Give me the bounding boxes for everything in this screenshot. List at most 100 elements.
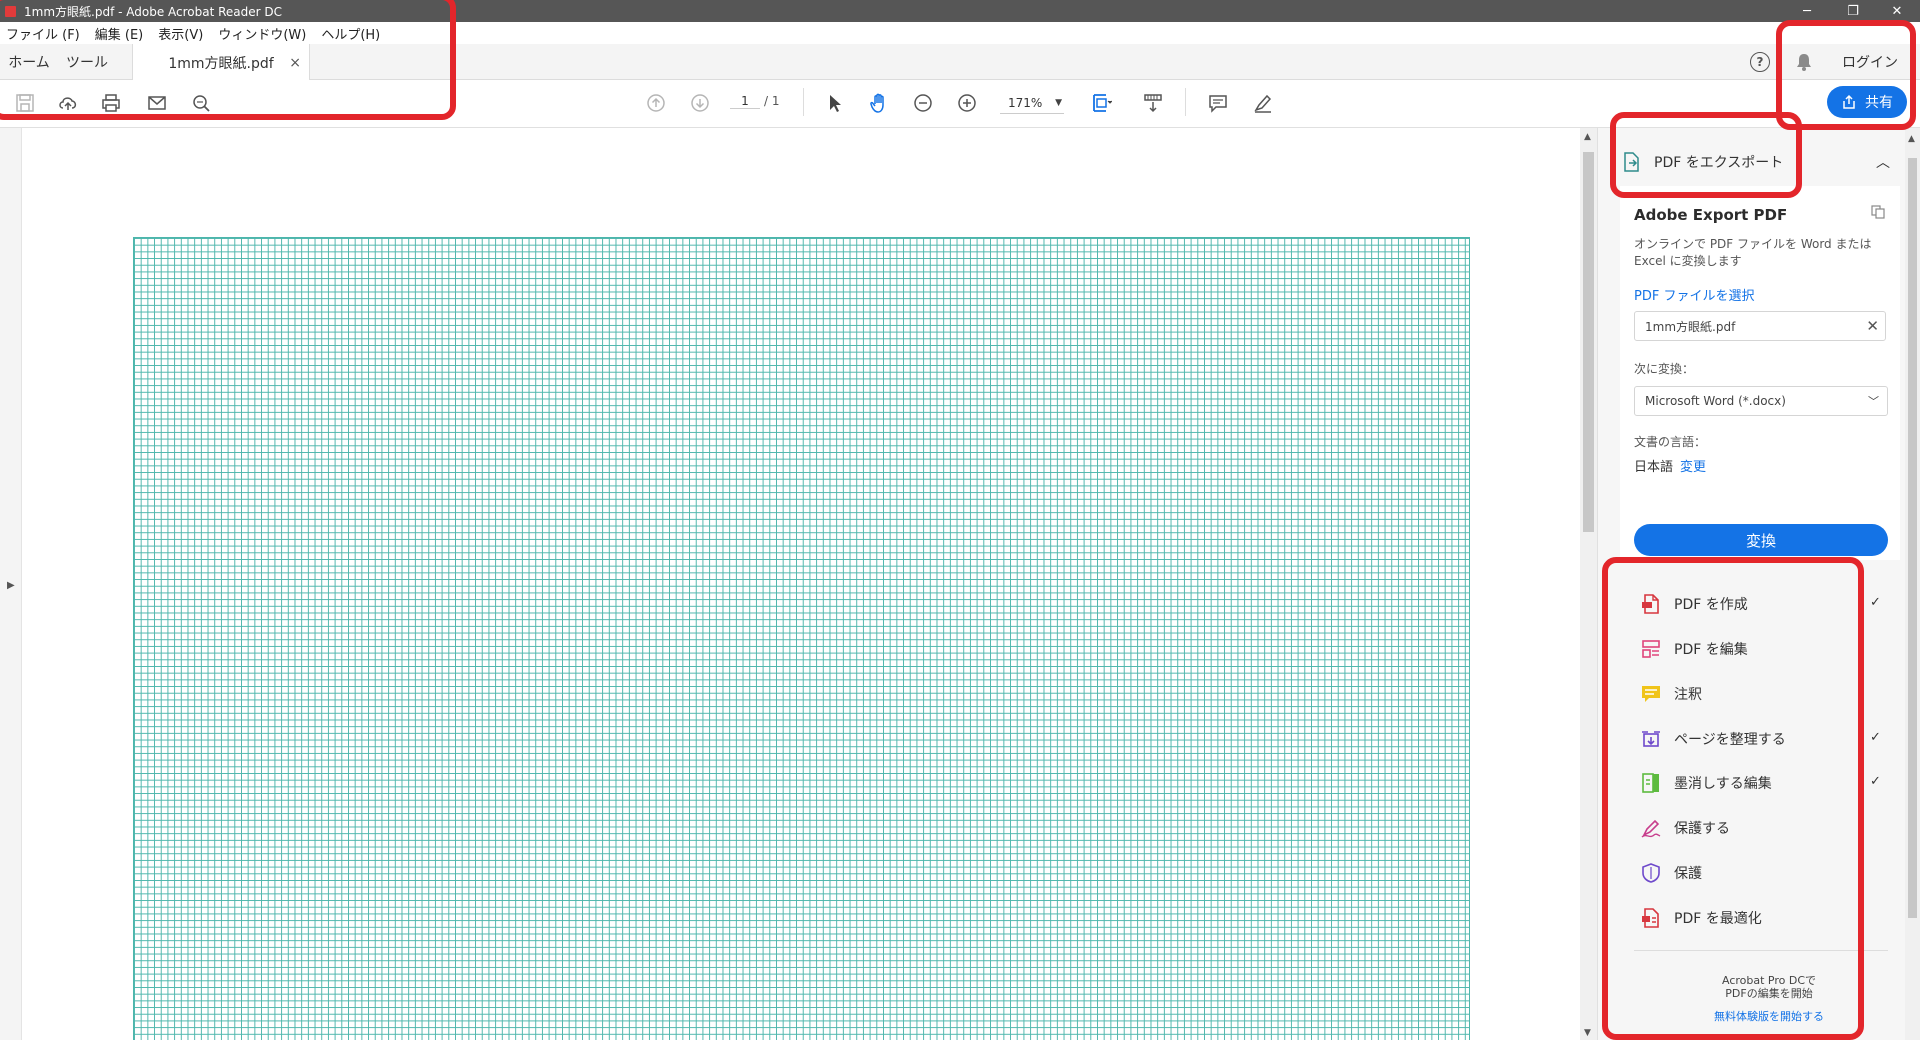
tool-label: ページを整理する xyxy=(1674,732,1786,748)
tool-label: 注釈 xyxy=(1674,687,1702,703)
tab-document[interactable]: 1mm方眼紙.pdf × xyxy=(132,44,310,81)
tool-protect[interactable]: 保護 xyxy=(1640,858,1880,888)
document-scrollbar-thumb[interactable] xyxy=(1583,152,1594,532)
tab-bar: ホーム ツール 1mm方眼紙.pdf × xyxy=(0,44,1920,81)
tab-home[interactable]: ホーム xyxy=(0,44,58,80)
expand-left-pane-icon[interactable]: ▶ xyxy=(7,580,15,591)
tab-close-icon[interactable]: × xyxy=(289,55,301,71)
check-icon: ✓ xyxy=(1870,730,1881,745)
document-scrollbar[interactable]: ▲ ▼ xyxy=(1580,128,1597,1040)
tab-tools[interactable]: ツール xyxy=(58,44,116,80)
tool-create-pdf[interactable]: PDF を作成 xyxy=(1640,589,1880,619)
zoom-dropdown-icon: ▼ xyxy=(1055,97,1062,108)
protect-icon xyxy=(1642,863,1660,883)
tab-document-label: 1mm方眼紙.pdf xyxy=(168,55,274,72)
window-title: 1mm方眼紙.pdf - Adobe Acrobat Reader DC xyxy=(24,4,283,19)
create-pdf-icon xyxy=(1642,594,1659,614)
tool-comment[interactable]: 注釈 xyxy=(1640,679,1880,709)
format-select-value: Microsoft Word (*.docx) xyxy=(1645,394,1786,408)
scroll-down-icon[interactable]: ▼ xyxy=(1584,1028,1591,1038)
tool-optimize-pdf[interactable]: PDF を最適化 xyxy=(1640,903,1880,933)
menu-edit[interactable]: 編集 (E) xyxy=(95,24,144,43)
clear-file-icon[interactable]: ✕ xyxy=(1866,317,1879,335)
comment-icon xyxy=(1642,686,1660,702)
scroll-up-icon[interactable]: ▲ xyxy=(1908,134,1915,144)
search-zoom-icon[interactable] xyxy=(188,90,214,116)
document-language-value: 日本語 xyxy=(1634,460,1674,475)
optimize-pdf-icon xyxy=(1642,908,1659,928)
previous-page-icon[interactable] xyxy=(643,90,669,116)
free-trial-link[interactable]: 無料体験版を開始する xyxy=(1634,1008,1904,1024)
tool-label: 墨消しする編集 xyxy=(1674,776,1772,792)
zoom-level-select[interactable]: 171% ▼ xyxy=(1000,92,1064,114)
check-icon: ✓ xyxy=(1870,774,1881,789)
share-button[interactable]: 共有 xyxy=(1827,86,1907,118)
promo-line-2: PDFの編集を開始 xyxy=(1725,987,1813,1000)
selected-file-field[interactable]: 1mm方眼紙.pdf ✕ xyxy=(1634,311,1886,341)
edit-pdf-icon xyxy=(1642,640,1660,658)
tool-fill-sign[interactable]: 保護する xyxy=(1640,813,1880,843)
sign-in-link[interactable]: ログイン xyxy=(1842,52,1898,72)
toolbar-divider xyxy=(1185,88,1186,116)
notification-bell-icon[interactable] xyxy=(1795,52,1813,72)
collapse-chevron-icon[interactable]: ︿ xyxy=(1876,152,1890,172)
check-icon: ✓ xyxy=(1870,595,1881,610)
page-fit-icon[interactable] xyxy=(1088,90,1114,116)
zoom-level-value: 171% xyxy=(1008,95,1043,110)
next-page-icon[interactable] xyxy=(687,90,713,116)
page-total: / 1 xyxy=(764,94,780,108)
select-pdf-link[interactable]: PDF ファイルを選択 xyxy=(1634,285,1754,304)
format-dropdown-icon: ﹀ xyxy=(1868,395,1879,408)
share-label: 共有 xyxy=(1865,95,1893,111)
right-pane-scrollbar-thumb[interactable] xyxy=(1908,158,1917,918)
export-panel-title: Adobe Export PDF xyxy=(1634,206,1788,224)
acrobat-app-icon xyxy=(5,5,16,17)
help-icon[interactable]: ? xyxy=(1750,52,1770,72)
tool-label: PDF を作成 xyxy=(1674,597,1748,613)
comment-tool-icon[interactable] xyxy=(1205,90,1231,116)
menu-window[interactable]: ウィンドウ(W) xyxy=(218,24,306,43)
convert-to-label: 次に変換： xyxy=(1634,362,1695,376)
tool-edit-pdf[interactable]: PDF を編集 xyxy=(1640,634,1880,664)
menu-help[interactable]: ヘルプ(H) xyxy=(321,24,380,43)
export-panel-description: オンラインで PDF ファイルを Word または Excel に変換します xyxy=(1634,237,1872,268)
zoom-out-icon[interactable] xyxy=(910,90,936,116)
right-pane-scrollbar[interactable]: ▲ ▼ xyxy=(1905,128,1920,1040)
tools-divider xyxy=(1634,950,1888,951)
tool-redact[interactable]: 墨消しする編集 xyxy=(1640,768,1880,798)
menu-view[interactable]: 表示(V) xyxy=(158,24,203,43)
change-language-link[interactable]: 変更 xyxy=(1680,456,1706,475)
menu-file[interactable]: ファイル (F) xyxy=(6,24,80,43)
tool-organize-pages[interactable]: ページを整理する xyxy=(1640,724,1880,754)
toolbar-divider xyxy=(803,88,804,116)
export-pdf-header-label: PDF をエクスポート xyxy=(1654,155,1784,171)
redact-icon xyxy=(1642,773,1659,793)
save-icon[interactable] xyxy=(12,90,38,116)
selected-file-name: 1mm方眼紙.pdf xyxy=(1645,319,1736,334)
left-navigation-strip: ▶ xyxy=(0,128,22,1040)
email-icon[interactable] xyxy=(144,90,170,116)
minimize-button[interactable]: ─ xyxy=(1784,0,1830,22)
restore-button[interactable]: ❐ xyxy=(1830,0,1876,22)
page-number-input[interactable]: 1 xyxy=(730,94,760,109)
format-select[interactable]: Microsoft Word (*.docx) ﹀ xyxy=(1634,386,1888,416)
copy-icon[interactable] xyxy=(1870,204,1886,220)
document-language-label: 文書の言語： xyxy=(1634,435,1707,449)
select-cursor-icon[interactable] xyxy=(822,90,848,116)
zoom-in-icon[interactable] xyxy=(954,90,980,116)
convert-button[interactable]: 変換 xyxy=(1634,524,1888,556)
hand-tool-icon[interactable] xyxy=(866,90,892,116)
print-icon[interactable] xyxy=(98,90,124,116)
highlight-pen-icon[interactable] xyxy=(1250,90,1276,116)
sign-icon xyxy=(1641,819,1661,838)
scroll-up-icon[interactable]: ▲ xyxy=(1584,132,1591,142)
scroll-mode-icon[interactable] xyxy=(1140,90,1166,116)
close-window-button[interactable]: ✕ xyxy=(1874,0,1920,22)
upload-cloud-icon[interactable] xyxy=(55,90,81,116)
tool-label: 保護 xyxy=(1674,866,1702,882)
share-icon xyxy=(1843,94,1855,109)
export-pdf-header[interactable]: PDF をエクスポート ︿ xyxy=(1620,138,1900,186)
menu-bar: ファイル (F) 編集 (E) 表示(V) ウィンドウ(W) ヘルプ(H) xyxy=(0,22,1920,44)
tool-label: PDF を編集 xyxy=(1674,642,1748,658)
tool-label: PDF を最適化 xyxy=(1674,911,1762,927)
